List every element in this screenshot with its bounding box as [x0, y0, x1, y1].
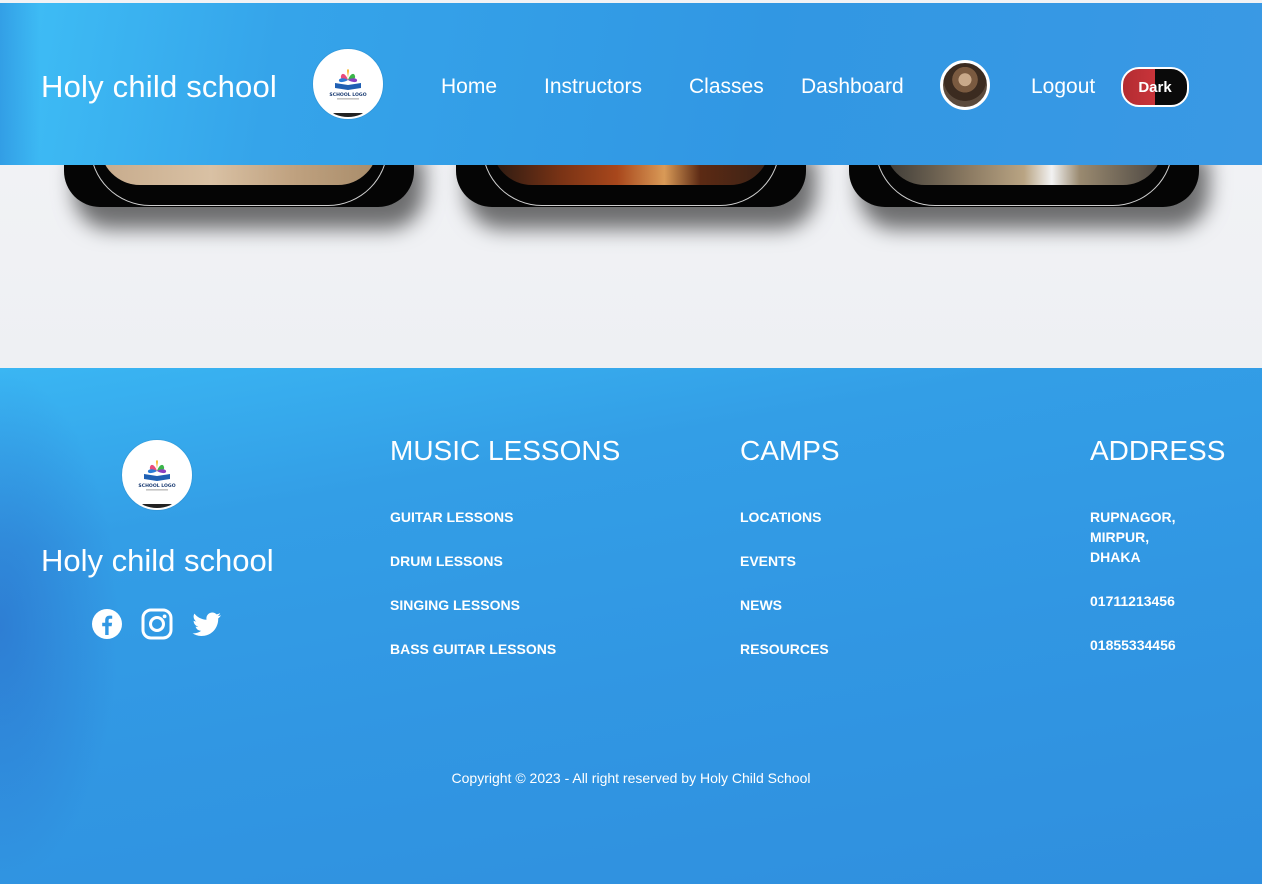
nav-home[interactable]: Home	[441, 73, 497, 101]
footer-link-locations[interactable]: LOCATIONS	[740, 507, 821, 527]
navbar: Holy child school SCHOOL LOGO Home Instr…	[0, 3, 1262, 165]
footer-link-resources[interactable]: RESOURCES	[740, 639, 829, 659]
theme-toggle-label: Dark	[1138, 78, 1172, 96]
camps-title: CAMPS	[740, 435, 840, 466]
twitter-icon[interactable]	[191, 608, 223, 640]
school-logo-icon: SCHOOL LOGO	[138, 460, 176, 491]
school-logo[interactable]: SCHOOL LOGO	[313, 49, 383, 119]
footer-link-guitar[interactable]: GUITAR LESSONS	[390, 507, 513, 527]
footer-school-logo[interactable]: SCHOOL LOGO	[122, 440, 192, 510]
brand-name[interactable]: Holy child school	[41, 67, 277, 107]
address-line: DHAKA	[1090, 549, 1141, 565]
phone-number: 01855334456	[1090, 637, 1176, 653]
address-line: MIRPUR,	[1090, 529, 1150, 545]
school-logo-icon: SCHOOL LOGO	[329, 69, 367, 100]
nav-dashboard[interactable]: Dashboard	[801, 73, 904, 101]
logo-text: SCHOOL LOGO	[329, 92, 366, 98]
user-avatar[interactable]	[940, 60, 990, 110]
footer-link-news[interactable]: NEWS	[740, 595, 782, 615]
content-area	[0, 135, 1262, 368]
footer: SCHOOL LOGO Holy child school MUSIC LESS…	[0, 368, 1262, 884]
phone-number: 01711213456	[1090, 593, 1175, 609]
logo-text: SCHOOL LOGO	[138, 483, 175, 489]
nav-instructors[interactable]: Instructors	[544, 73, 642, 101]
footer-brand-name: Holy child school	[41, 543, 274, 578]
footer-link-singing[interactable]: SINGING LESSONS	[390, 595, 520, 615]
address-title: ADDRESS	[1090, 435, 1226, 466]
footer-link-bass-guitar[interactable]: BASS GUITAR LESSONS	[390, 639, 556, 659]
instagram-icon[interactable]	[141, 608, 173, 640]
footer-link-events[interactable]: EVENTS	[740, 551, 796, 571]
copyright-text: Copyright © 2023 - All right reserved by…	[451, 770, 811, 786]
nav-classes[interactable]: Classes	[689, 73, 764, 101]
facebook-icon[interactable]	[91, 608, 123, 640]
address-line: RUPNAGOR,	[1090, 509, 1176, 525]
music-lessons-title: MUSIC LESSONS	[390, 435, 621, 466]
theme-toggle[interactable]: Dark	[1121, 67, 1189, 107]
footer-link-drum[interactable]: DRUM LESSONS	[390, 551, 503, 571]
logout-link[interactable]: Logout	[1031, 73, 1095, 101]
